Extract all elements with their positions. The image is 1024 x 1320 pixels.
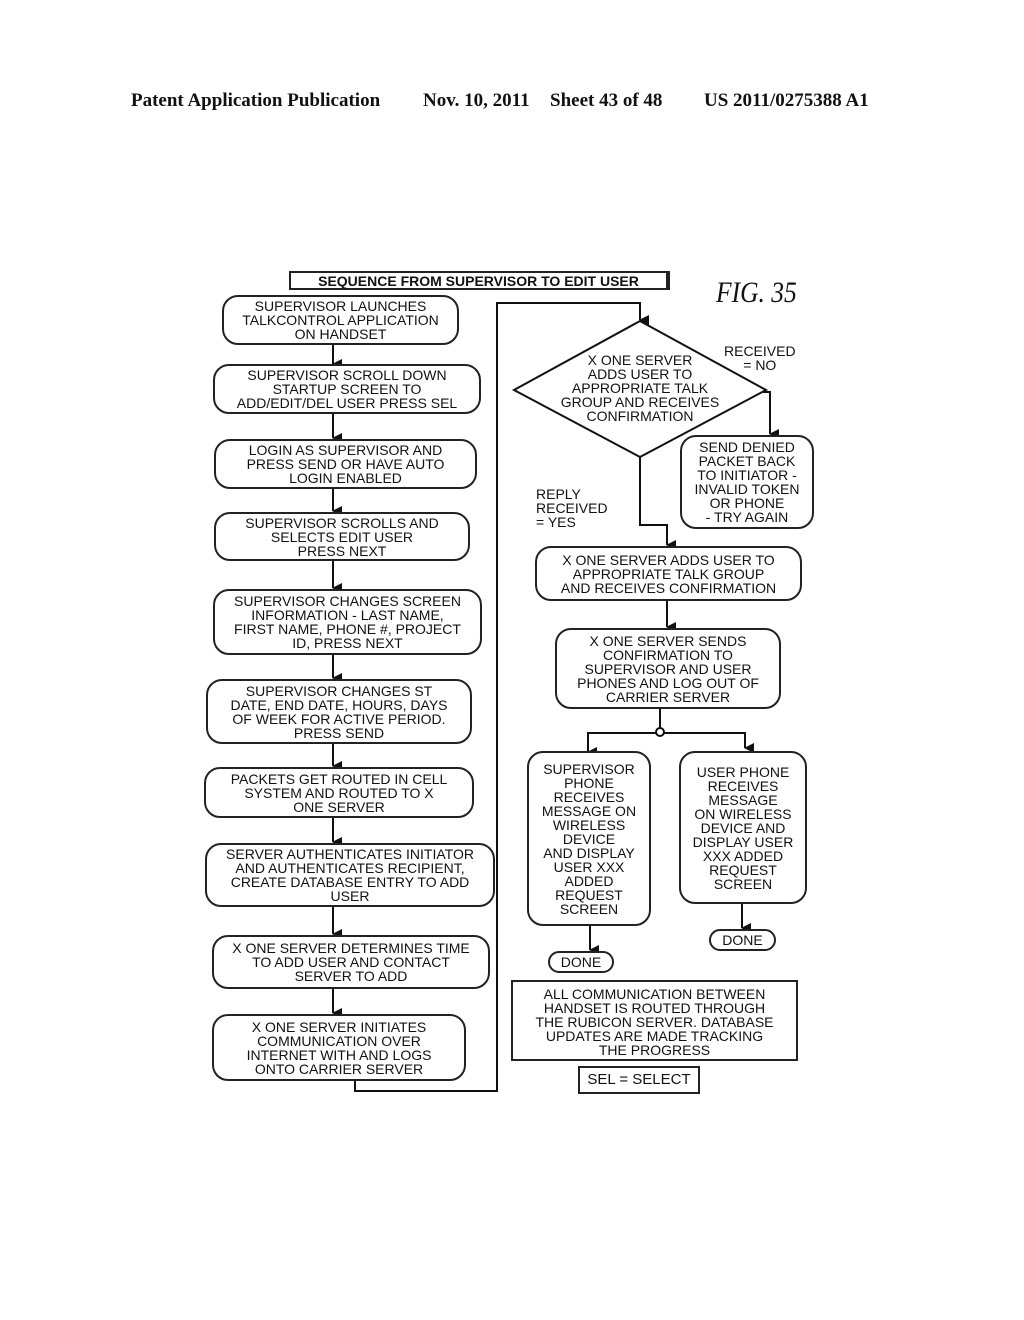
communication-note: ALL COMMUNICATION BETWEEN HANDSET IS ROU… <box>511 980 798 1061</box>
step-text: SERVER AUTHENTICATES INITIATOR AND AUTHE… <box>226 846 474 904</box>
step-text: X ONE SERVER SENDS CONFIRMATION TO SUPER… <box>577 632 759 705</box>
step-text: PACKETS GET ROUTED IN CELL SYSTEM AND RO… <box>230 770 448 815</box>
note-text: ALL COMMUNICATION BETWEEN HANDSET IS ROU… <box>535 985 774 1058</box>
step-text: USER PHONE RECEIVES MESSAGE ON WIRELESS … <box>692 763 794 892</box>
supervisor-phone-receives: SUPERVISOR PHONE RECEIVES MESSAGE ON WIR… <box>527 751 651 926</box>
sequence-title-text: SEQUENCE FROM SUPERVISOR TO EDIT USER <box>318 272 639 289</box>
step-text: SUPERVISOR SCROLL DOWN STARTUP SCREEN TO… <box>236 367 458 411</box>
junction-dot <box>655 727 665 737</box>
step-select-edit-user: SUPERVISOR SCROLLS AND SELECTS EDIT USER… <box>214 512 470 561</box>
step-packets-routed: PACKETS GET ROUTED IN CELL SYSTEM AND RO… <box>204 767 474 818</box>
step-sends-confirmation: X ONE SERVER SENDS CONFIRMATION TO SUPER… <box>555 628 781 709</box>
decision-text: X ONE SERVER ADDS USER TO APPROPRIATE TA… <box>560 352 720 424</box>
step-text: DONE <box>722 932 763 948</box>
user-phone-receives: USER PHONE RECEIVES MESSAGE ON WIRELESS … <box>679 751 807 904</box>
step-text: DONE <box>560 954 602 970</box>
done-terminal-right: DONE <box>709 929 776 951</box>
connector-lines <box>332 302 779 1092</box>
step-text: SUPERVISOR SCROLLS AND SELECTS EDIT USER… <box>245 514 439 559</box>
step-authenticate: SERVER AUTHENTICATES INITIATOR AND AUTHE… <box>205 843 495 907</box>
reply-received-yes-label: REPLY RECEIVED = YES <box>536 486 608 530</box>
step-text: X ONE SERVER DETERMINES TIME TO ADD USER… <box>232 940 470 984</box>
step-text: LOGIN AS SUPERVISOR AND PRESS SEND OR HA… <box>246 442 445 486</box>
step-text: SUPERVISOR PHONE RECEIVES MESSAGE ON WIR… <box>541 760 637 917</box>
yes-branch-connector <box>639 457 676 550</box>
no-branch-connector <box>763 391 779 439</box>
step-text: X ONE SERVER INITIATES COMMUNICATION OVE… <box>246 1018 432 1077</box>
received-no-label: RECEIVED = NO <box>724 343 796 373</box>
step-text: X ONE SERVER ADDS USER TO APPROPRIATE TA… <box>560 551 777 596</box>
step-text: SUPERVISOR CHANGES ST DATE, END DATE, HO… <box>230 682 448 741</box>
step-text: SUPERVISOR LAUNCHES TALKCONTROL APPLICAT… <box>242 298 439 342</box>
step-login: LOGIN AS SUPERVISOR AND PRESS SEND OR HA… <box>214 439 477 489</box>
step-change-info: SUPERVISOR CHANGES SCREEN INFORMATION - … <box>213 589 482 655</box>
sequence-title: SEQUENCE FROM SUPERVISOR TO EDIT USER <box>289 271 670 290</box>
step-scroll-startup: SUPERVISOR SCROLL DOWN STARTUP SCREEN TO… <box>213 364 481 414</box>
done-terminal-left: DONE <box>548 951 614 973</box>
step-text: SUPERVISOR CHANGES SCREEN INFORMATION - … <box>234 593 461 651</box>
step-initiate-communication: X ONE SERVER INITIATES COMMUNICATION OVE… <box>212 1014 466 1081</box>
legend-note: SEL = SELECT <box>578 1066 700 1094</box>
note-text: SEL = SELECT <box>587 1071 691 1088</box>
step-change-dates: SUPERVISOR CHANGES ST DATE, END DATE, HO… <box>206 679 472 744</box>
split-connector <box>587 732 754 753</box>
step-adds-user: X ONE SERVER ADDS USER TO APPROPRIATE TA… <box>535 546 802 601</box>
step-text: SEND DENIED PACKET BACK TO INITIATOR - I… <box>694 439 800 525</box>
step-launch-app: SUPERVISOR LAUNCHES TALKCONTROL APPLICAT… <box>222 295 459 345</box>
step-determine-time: X ONE SERVER DETERMINES TIME TO ADD USER… <box>212 935 490 989</box>
send-denied-packet: SEND DENIED PACKET BACK TO INITIATOR - I… <box>680 435 814 529</box>
